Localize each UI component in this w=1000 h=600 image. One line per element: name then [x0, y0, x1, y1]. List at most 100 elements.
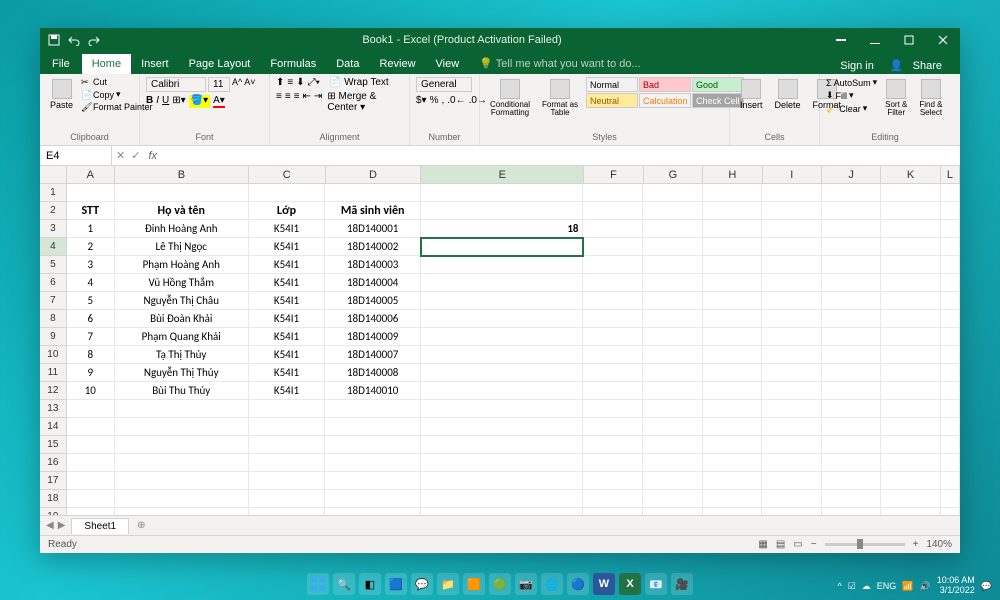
- tab-view[interactable]: View: [426, 54, 470, 74]
- cell-E16[interactable]: [421, 454, 583, 472]
- cell-G17[interactable]: [643, 472, 703, 490]
- cell-K15[interactable]: [881, 436, 941, 454]
- cell-H19[interactable]: [703, 508, 763, 515]
- cell-A11[interactable]: 9: [67, 364, 115, 382]
- cell-I6[interactable]: [762, 274, 822, 292]
- volume-icon[interactable]: 🔊: [920, 581, 931, 592]
- cell-B9[interactable]: Phạm Quang Khải: [115, 328, 249, 346]
- cell-D19[interactable]: [325, 508, 421, 515]
- cell-E13[interactable]: [421, 400, 583, 418]
- cell-J9[interactable]: [822, 328, 882, 346]
- cell-A10[interactable]: 8: [67, 346, 115, 364]
- cell-L10[interactable]: [941, 346, 960, 364]
- cell-K14[interactable]: [881, 418, 941, 436]
- explorer-icon[interactable]: 📁: [437, 573, 459, 595]
- cell-G12[interactable]: [643, 382, 703, 400]
- cell-L6[interactable]: [941, 274, 960, 292]
- cell-A13[interactable]: [67, 400, 115, 418]
- cell-G10[interactable]: [643, 346, 703, 364]
- name-box[interactable]: E4: [40, 146, 112, 165]
- cell-D17[interactable]: [325, 472, 421, 490]
- cell-J4[interactable]: [822, 238, 882, 256]
- cell-G1[interactable]: [643, 184, 703, 202]
- cell-D10[interactable]: 18D140007: [325, 346, 421, 364]
- cell-H15[interactable]: [703, 436, 763, 454]
- font-size-select[interactable]: 11: [208, 77, 230, 92]
- clear-button[interactable]: 🧹 Clear ▾: [826, 103, 877, 114]
- share-button[interactable]: 👤 Share: [884, 57, 954, 74]
- cell-E17[interactable]: [421, 472, 583, 490]
- cell-A19[interactable]: [67, 508, 115, 515]
- cell-H10[interactable]: [703, 346, 763, 364]
- select-all-corner[interactable]: [40, 166, 67, 183]
- cell-E3[interactable]: 18: [421, 220, 583, 238]
- cell-D14[interactable]: [325, 418, 421, 436]
- col-header-B[interactable]: B: [115, 166, 249, 183]
- cell-B12[interactable]: Bùi Thu Thủy: [115, 382, 249, 400]
- fill-button[interactable]: ⬇ Fill ▾: [826, 90, 877, 101]
- cell-J15[interactable]: [822, 436, 882, 454]
- orientation-icon[interactable]: ⤢▾: [308, 77, 320, 88]
- cell-C12[interactable]: K54I1: [249, 382, 326, 400]
- cell-A1[interactable]: [67, 184, 115, 202]
- cell-F1[interactable]: [583, 184, 643, 202]
- cell-E6[interactable]: [421, 274, 583, 292]
- cell-L12[interactable]: [941, 382, 960, 400]
- cell-B19[interactable]: [115, 508, 249, 515]
- cell-I3[interactable]: [762, 220, 822, 238]
- cell-K4[interactable]: [881, 238, 941, 256]
- tab-file[interactable]: File: [40, 54, 82, 74]
- align-center-icon[interactable]: ≡: [285, 91, 291, 113]
- cell-F5[interactable]: [583, 256, 643, 274]
- row-header-18[interactable]: 18: [40, 490, 67, 508]
- underline-button[interactable]: U: [162, 95, 169, 108]
- cell-K7[interactable]: [881, 292, 941, 310]
- cell-I17[interactable]: [762, 472, 822, 490]
- cell-J5[interactable]: [822, 256, 882, 274]
- style-calculation[interactable]: Calculation: [639, 93, 691, 108]
- col-header-L[interactable]: L: [941, 166, 960, 183]
- cell-C16[interactable]: [249, 454, 326, 472]
- cell-E19[interactable]: [421, 508, 583, 515]
- enter-formula-icon[interactable]: ✓: [131, 149, 140, 162]
- tab-insert[interactable]: Insert: [131, 54, 179, 74]
- word-icon[interactable]: W: [593, 573, 615, 595]
- row-header-16[interactable]: 16: [40, 454, 67, 472]
- cell-L16[interactable]: [941, 454, 960, 472]
- row-header-15[interactable]: 15: [40, 436, 67, 454]
- cell-F4[interactable]: [583, 238, 643, 256]
- signin-link[interactable]: Sign in: [834, 58, 880, 74]
- cell-H4[interactable]: [703, 238, 763, 256]
- cell-L17[interactable]: [941, 472, 960, 490]
- col-header-E[interactable]: E: [421, 166, 584, 183]
- font-color-button[interactable]: A▾: [213, 95, 225, 108]
- spreadsheet-grid[interactable]: ABCDEFGHIJKL 12STTHọ và tênLớpMã sinh vi…: [40, 166, 960, 515]
- cell-G7[interactable]: [643, 292, 703, 310]
- cell-F15[interactable]: [583, 436, 643, 454]
- cell-J14[interactable]: [822, 418, 882, 436]
- currency-button[interactable]: $▾: [416, 95, 427, 106]
- tab-review[interactable]: Review: [369, 54, 425, 74]
- cell-B7[interactable]: Nguyễn Thị Châu: [115, 292, 249, 310]
- border-button[interactable]: ⊞▾: [172, 95, 185, 108]
- cell-J10[interactable]: [822, 346, 882, 364]
- cell-L5[interactable]: [941, 256, 960, 274]
- cell-I5[interactable]: [762, 256, 822, 274]
- cell-B18[interactable]: [115, 490, 249, 508]
- cell-F10[interactable]: [583, 346, 643, 364]
- cell-I2[interactable]: [762, 202, 822, 220]
- ribbon-options-icon[interactable]: [824, 28, 858, 52]
- app-icon-2[interactable]: 🟢: [489, 573, 511, 595]
- cell-D2[interactable]: Mã sinh viên: [325, 202, 421, 220]
- taskview-icon[interactable]: ◧: [359, 573, 381, 595]
- cell-I11[interactable]: [762, 364, 822, 382]
- cell-D1[interactable]: [325, 184, 421, 202]
- cell-B8[interactable]: Bùi Đoàn Khải: [115, 310, 249, 328]
- cell-L4[interactable]: [941, 238, 960, 256]
- col-header-I[interactable]: I: [763, 166, 822, 183]
- cell-F3[interactable]: [583, 220, 643, 238]
- app-icon-4[interactable]: 🔵: [567, 573, 589, 595]
- cancel-formula-icon[interactable]: ✕: [116, 149, 125, 162]
- cell-E18[interactable]: [421, 490, 583, 508]
- cell-H12[interactable]: [703, 382, 763, 400]
